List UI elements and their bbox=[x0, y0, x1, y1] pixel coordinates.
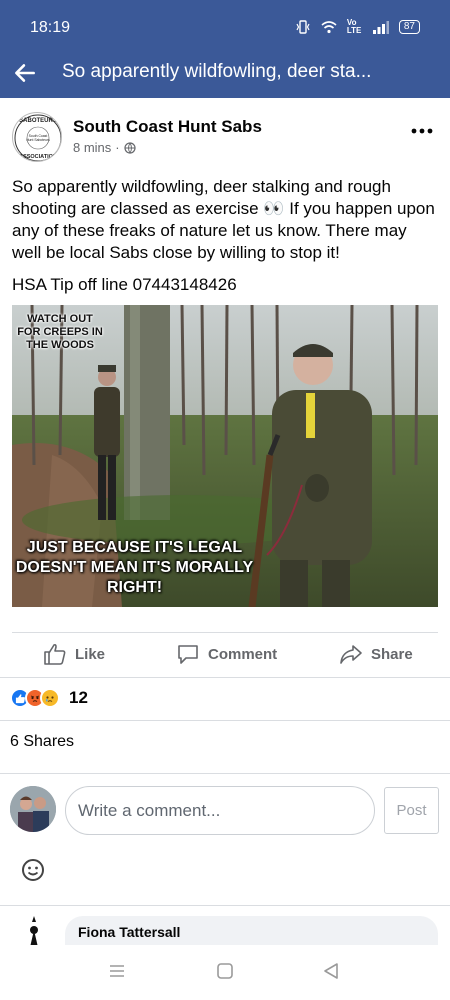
post-actions: Like Comment Share bbox=[0, 634, 450, 676]
tip-line-text: HSA Tip off line 07443148426 bbox=[12, 275, 237, 294]
status-bar: 18:19 Vo LTE 87 bbox=[0, 0, 450, 50]
divider bbox=[0, 677, 450, 678]
image-top-caption: WATCH OUT FOR CREEPS IN THE WOODS bbox=[17, 313, 103, 351]
share-icon bbox=[340, 645, 362, 664]
divider bbox=[0, 720, 450, 721]
home-icon[interactable] bbox=[216, 963, 234, 979]
page-name[interactable]: South Coast Hunt Sabs bbox=[73, 117, 262, 137]
comment-icon bbox=[178, 645, 198, 664]
app-bar: So apparently wildfowling, deer sta... bbox=[0, 50, 450, 98]
back-icon[interactable] bbox=[322, 963, 340, 979]
signal-icon bbox=[372, 20, 389, 34]
comment-author-name[interactable]: Fiona Tattersall bbox=[78, 924, 180, 940]
divider bbox=[0, 905, 450, 906]
thumbs-up-icon bbox=[44, 643, 66, 665]
more-options-icon[interactable] bbox=[410, 122, 434, 140]
post-body: So apparently wildfowling, deer stalking… bbox=[12, 177, 435, 262]
volte-label: Vo LTE bbox=[346, 18, 362, 35]
post-time[interactable]: 8 mins bbox=[73, 140, 111, 155]
system-nav-bar bbox=[0, 945, 450, 1000]
status-time: 18:19 bbox=[30, 19, 71, 36]
reactions-summary[interactable]: 12 bbox=[10, 688, 88, 708]
hunt-saboteurs-logo: SABOTEURS South Coast Hunt Saboteurs ASS… bbox=[14, 114, 61, 161]
post-comment-button[interactable]: Post bbox=[384, 787, 439, 834]
page-title: So apparently wildfowling, deer sta... bbox=[62, 61, 372, 82]
reaction-count: 12 bbox=[69, 688, 88, 707]
svg-text:Hunt Saboteurs: Hunt Saboteurs bbox=[26, 138, 50, 142]
user-avatar bbox=[10, 786, 56, 832]
image-bottom-caption: JUST BECAUSE IT'S LEGAL DOESN'T MEAN IT'… bbox=[15, 539, 254, 596]
back-arrow-icon[interactable] bbox=[12, 60, 38, 86]
meta-separator: · bbox=[115, 140, 120, 155]
divider bbox=[12, 632, 438, 633]
divider bbox=[0, 773, 450, 774]
status-icons: Vo LTE 87 bbox=[295, 19, 420, 35]
sad-icon bbox=[40, 688, 60, 708]
share-label: Share bbox=[371, 645, 413, 663]
shares-count[interactable]: 6 Shares bbox=[10, 733, 74, 751]
vibrate-icon bbox=[296, 20, 310, 34]
post-image[interactable]: WATCH OUT FOR CREEPS IN THE WOODS JUST B… bbox=[12, 305, 438, 607]
post-meta: 8 mins · bbox=[73, 140, 136, 155]
globe-icon bbox=[124, 141, 136, 154]
like-button[interactable]: Like bbox=[43, 642, 105, 666]
comment-button[interactable]: Comment bbox=[176, 642, 277, 666]
wifi-icon bbox=[321, 21, 337, 34]
like-label: Like bbox=[75, 645, 106, 663]
svg-text:ASSOCIATION: ASSOCIATION bbox=[19, 154, 57, 160]
page-avatar[interactable]: SABOTEURS South Coast Hunt Saboteurs ASS… bbox=[12, 112, 62, 162]
emoji-smiley-icon[interactable] bbox=[21, 858, 45, 882]
comment-label: Comment bbox=[208, 645, 278, 663]
comment-input[interactable] bbox=[65, 786, 375, 835]
svg-text:SABOTEURS: SABOTEURS bbox=[19, 118, 57, 124]
share-button[interactable]: Share bbox=[339, 642, 413, 666]
battery-icon: 87 bbox=[398, 20, 420, 34]
menu-icon[interactable] bbox=[108, 963, 126, 979]
